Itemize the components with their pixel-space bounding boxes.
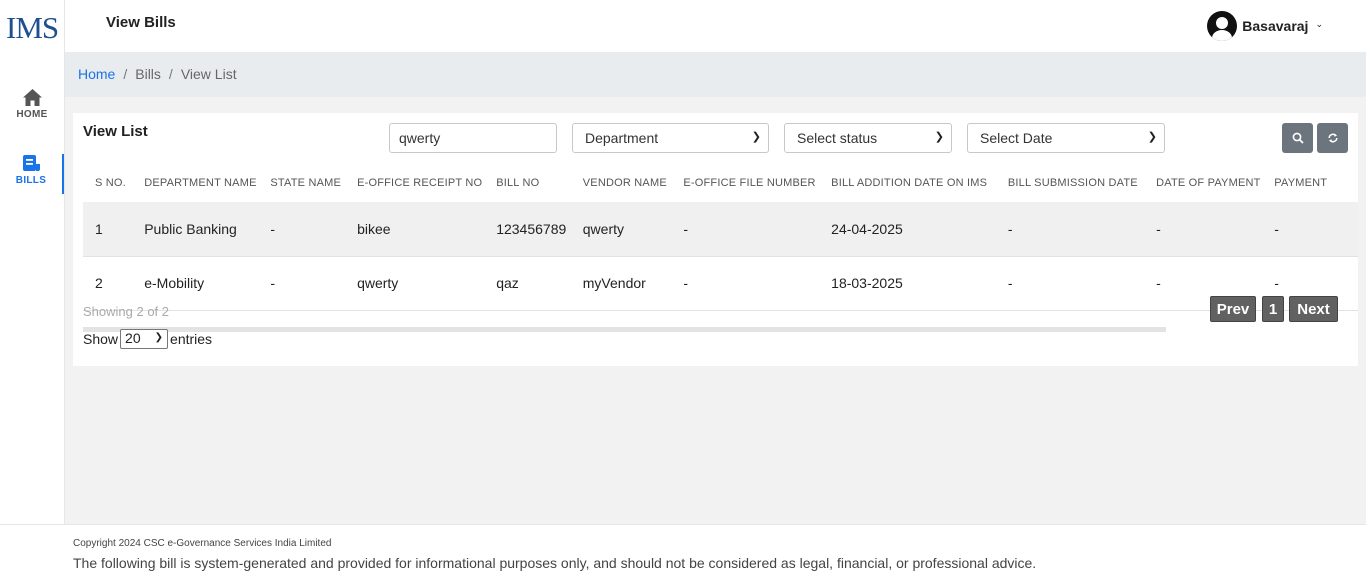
main-content: Home / Bills / View List View List qwert…	[65, 52, 1366, 524]
sidebar-item-label: BILLS	[15, 175, 47, 186]
table-cell: e-Mobility	[144, 256, 271, 311]
app-logo[interactable]: IMS	[6, 10, 59, 46]
column-header: VENDOR NAME	[582, 177, 667, 189]
chevron-down-icon: ⌄	[1315, 18, 1323, 29]
table-cell: Public Banking	[144, 202, 271, 257]
sidebar-item-home[interactable]: HOME	[0, 88, 64, 120]
entries-select-value: 20	[125, 330, 141, 346]
date-select[interactable]: Select Date ❯	[967, 123, 1165, 153]
table-cell: 18-03-2025	[831, 256, 1008, 311]
table-cell: -	[683, 202, 832, 257]
breadcrumb-bar: Home / Bills / View List	[65, 52, 1366, 97]
column-header: E-OFFICE RECEIPT NO	[357, 177, 483, 189]
status-select[interactable]: Select status ❯	[784, 123, 952, 153]
horizontal-scrollbar[interactable]	[83, 327, 1166, 332]
refresh-icon	[1327, 133, 1338, 143]
sidebar-item-bills[interactable]: BILLS	[0, 154, 64, 194]
table-cell: -	[270, 256, 358, 311]
breadcrumb: Home / Bills / View List	[78, 66, 237, 82]
breadcrumb-separator: /	[168, 66, 173, 82]
showing-count: Showing 2 of 2	[83, 304, 170, 319]
card-title: View List	[83, 123, 148, 140]
avatar	[1207, 11, 1238, 41]
entries-control: Show 20 ❯ entries	[83, 329, 212, 349]
table-cell: qaz	[496, 256, 583, 311]
column-header: PAYMENT	[1274, 177, 1328, 189]
table-cell: 24-04-2025	[831, 202, 1008, 257]
chevron-down-icon: ❯	[934, 131, 944, 143]
show-label: Show	[83, 331, 119, 347]
breadcrumb-separator: /	[123, 66, 128, 82]
sidebar-item-label: HOME	[16, 109, 48, 120]
date-select-value: Select Date	[980, 130, 1053, 146]
bills-table-container[interactable]: S NO. DEPARTMENT NAME STATE NAME E-OFFIC…	[83, 164, 1358, 334]
sidebar: IMS HOME BILLS	[0, 0, 65, 524]
chevron-down-icon: ❯	[751, 131, 761, 143]
prev-page-button[interactable]: Prev	[1210, 296, 1256, 322]
status-select-value: Select status	[797, 130, 878, 146]
search-icon	[1292, 132, 1304, 144]
column-header: STATE NAME	[270, 177, 342, 189]
breadcrumb-home-link[interactable]: Home	[78, 66, 115, 82]
table-row[interactable]: 1 Public Banking - bikee 123456789 qwert…	[83, 202, 1358, 257]
bills-icon	[22, 155, 40, 171]
table-cell: -	[1156, 202, 1275, 257]
table-cell: 123456789	[496, 202, 583, 257]
table-cell: 1	[83, 202, 145, 257]
user-name: Basavaraj	[1242, 18, 1309, 34]
search-input[interactable]: qwerty	[389, 123, 557, 153]
table-cell: bikee	[357, 202, 497, 257]
column-header: E-OFFICE FILE NUMBER	[683, 177, 816, 189]
column-header: BILL SUBMISSION DATE	[1007, 177, 1138, 189]
copyright-text: Copyright 2024 CSC e-Governance Services…	[73, 538, 332, 549]
breadcrumb-current: View List	[180, 66, 237, 82]
view-list-card: View List qwerty Department ❯ Select sta…	[73, 113, 1358, 366]
table-cell: qwerty	[357, 256, 497, 311]
top-header: View Bills Basavaraj ⌄	[65, 0, 1366, 52]
page-title: View Bills	[106, 14, 176, 31]
table-cell: myVendor	[582, 256, 684, 311]
column-header: S NO.	[95, 177, 126, 189]
search-input-value: qwerty	[399, 130, 441, 146]
table-cell: -	[270, 202, 358, 257]
column-header: BILL NO	[496, 177, 540, 189]
breadcrumb-bills: Bills	[135, 66, 161, 82]
refresh-button[interactable]	[1317, 123, 1348, 153]
table-header-row: S NO. DEPARTMENT NAME STATE NAME E-OFFIC…	[83, 164, 1358, 202]
disclaimer-text: The following bill is system-generated a…	[73, 555, 1037, 571]
user-menu[interactable]: Basavaraj ⌄	[1207, 11, 1323, 41]
table-cell: -	[1007, 202, 1157, 257]
footer: Copyright 2024 CSC e-Governance Services…	[0, 524, 1366, 581]
table-cell: qwerty	[582, 202, 684, 257]
column-header: BILL ADDITION DATE ON IMS	[831, 177, 988, 189]
table-cell: -	[1007, 256, 1157, 311]
table-cell: -	[1274, 202, 1358, 257]
bills-table: S NO. DEPARTMENT NAME STATE NAME E-OFFIC…	[83, 164, 1358, 311]
chevron-down-icon: ❯	[1147, 131, 1157, 143]
table-cell: 2	[83, 256, 145, 311]
table-row[interactable]: 2 e-Mobility - qwerty qaz myVendor - 18-…	[83, 256, 1358, 311]
page-number-button[interactable]: 1	[1262, 296, 1284, 322]
column-header: DEPARTMENT NAME	[144, 177, 257, 189]
table-cell: -	[683, 256, 832, 311]
chevron-down-icon: ❯	[154, 332, 164, 343]
search-button[interactable]	[1282, 123, 1313, 153]
next-page-button[interactable]: Next	[1289, 296, 1338, 322]
entries-select[interactable]: 20 ❯	[120, 329, 169, 349]
entries-label: entries	[170, 331, 213, 347]
department-select-value: Department	[585, 130, 659, 146]
department-select[interactable]: Department ❯	[572, 123, 769, 153]
column-header: DATE OF PAYMENT	[1156, 177, 1261, 189]
home-icon	[22, 89, 42, 106]
